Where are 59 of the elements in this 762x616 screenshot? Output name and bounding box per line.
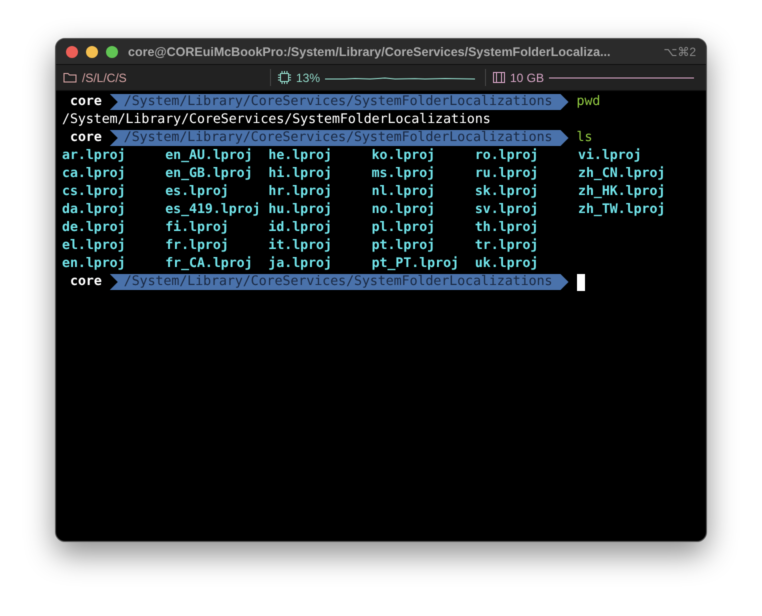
file-name: en.lproj xyxy=(62,255,127,273)
output-text: /System/Library/CoreServices/SystemFolderLocalizations xyxy=(62,111,492,129)
chip-icon xyxy=(278,71,291,84)
command-text: pwd xyxy=(576,93,600,111)
file-name: fr_CA.lproj xyxy=(165,255,254,273)
file-name: hr.lproj xyxy=(268,183,333,201)
file-name: de.lproj xyxy=(62,219,127,237)
file-name: fi.lproj xyxy=(165,219,230,237)
prompt-path: /System/Library/CoreServices/SystemFolderLocalizations xyxy=(110,94,569,110)
file-name: ru.lproj xyxy=(474,165,540,183)
file-name: ro.lproj xyxy=(474,147,540,165)
file-name: cs.lproj xyxy=(62,183,127,201)
directory-text: /S/L/C/S xyxy=(82,70,127,84)
file-name: pl.lproj xyxy=(372,219,436,237)
file-name: hu.lproj xyxy=(268,201,333,219)
file-name: ko.lproj xyxy=(372,147,436,165)
file-name: zh_HK.lproj xyxy=(578,183,666,201)
prompt-user: core xyxy=(69,93,103,111)
file-name: es_419.lproj xyxy=(165,201,262,219)
prompt-user: core xyxy=(69,129,103,147)
file-name: id.lproj xyxy=(268,219,333,237)
cpu-usage: 13% xyxy=(296,70,320,84)
folder-icon xyxy=(63,72,77,83)
prompt-path: /System/Library/CoreServices/SystemFolderLocalizations xyxy=(110,130,569,146)
file-name: ca.lproj xyxy=(62,165,127,183)
close-button[interactable] xyxy=(66,46,78,58)
file-name: da.lproj xyxy=(62,201,127,219)
window-title: core@COREuiMcBookPro:/System/Library/CoreServices/SystemFolderLocaliza... xyxy=(127,44,612,58)
zoom-button[interactable] xyxy=(106,46,118,58)
file-name: uk.lproj xyxy=(474,255,540,273)
memory-icon xyxy=(493,72,505,83)
minimize-button[interactable] xyxy=(86,46,98,58)
file-name: es.lproj xyxy=(165,183,230,201)
command-text: ls xyxy=(576,129,592,147)
file-name: tr.lproj xyxy=(474,237,540,255)
file-name: en_GB.lproj xyxy=(165,165,254,183)
file-name: fr.lproj xyxy=(165,237,230,255)
file-name: hi.lproj xyxy=(268,165,333,183)
file-name: sk.lproj xyxy=(474,183,540,201)
file-name: pt_PT.lproj xyxy=(372,255,460,273)
file-name: zh_TW.lproj xyxy=(578,201,666,219)
file-name: ar.lproj xyxy=(62,147,127,165)
file-name: ms.lproj xyxy=(372,165,436,183)
file-name: it.lproj xyxy=(268,237,333,255)
prompt-user: core xyxy=(69,273,103,291)
shortcut-text: ⌥⌘2 xyxy=(663,44,696,58)
memory-usage: 10 GB xyxy=(510,70,544,84)
file-name: no.lproj xyxy=(372,201,436,219)
prompt-path: /System/Library/CoreServices/SystemFolderLocalizations xyxy=(110,274,569,290)
file-name: en_AU.lproj xyxy=(165,147,254,165)
file-name: zh_CN.lproj xyxy=(578,165,666,183)
file-name: th.lproj xyxy=(474,219,540,237)
file-name: sv.lproj xyxy=(474,201,540,219)
file-name: pt.lproj xyxy=(372,237,436,255)
file-name: he.lproj xyxy=(268,147,333,165)
file-name: el.lproj xyxy=(62,237,127,255)
file-name: nl.lproj xyxy=(372,183,436,201)
file-name: vi.lproj xyxy=(578,147,643,165)
file-name: ja.lproj xyxy=(268,255,333,273)
